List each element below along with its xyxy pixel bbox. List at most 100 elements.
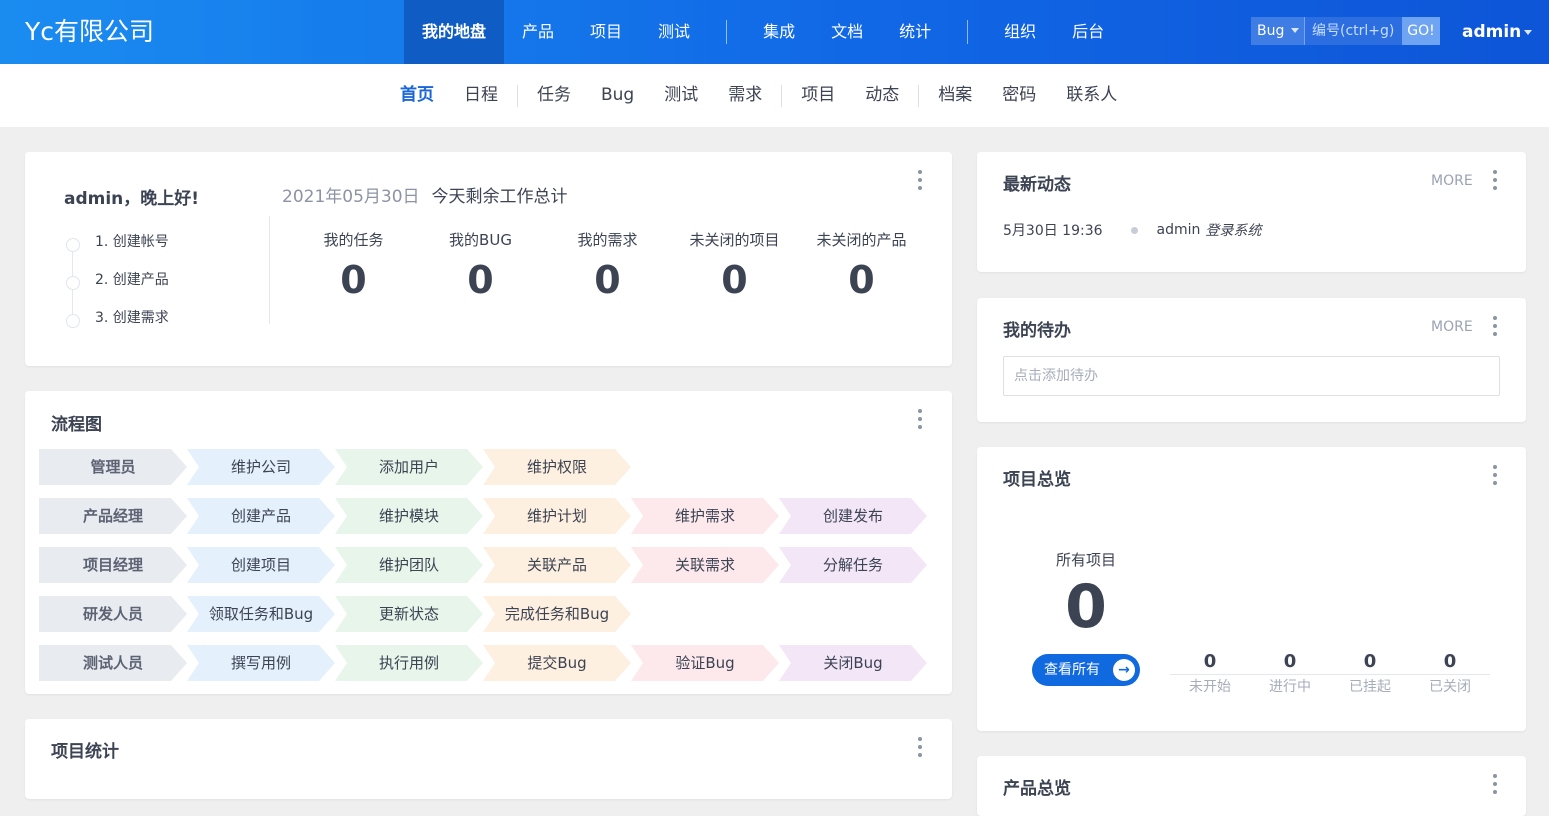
subnav-item-project[interactable]: 项目 [786,64,850,127]
nav-item-product[interactable]: 产品 [504,0,572,64]
stat-label: 已关闭 [1429,679,1471,695]
flow-step[interactable]: 完成任务和Bug [483,596,631,632]
view-all-button[interactable]: 查看所有 → [1032,654,1140,686]
stat-closed[interactable]: 0 已关闭 [1410,651,1490,697]
flow-step[interactable]: 添加用户 [335,449,483,485]
step-item[interactable]: 1. 创建帐号 [65,232,169,270]
flow-step[interactable]: 领取任务和Bug [187,596,335,632]
subnav-item-dynamic[interactable]: 动态 [850,64,914,127]
step-item[interactable]: 2. 创建产品 [65,270,169,308]
step-label: 3. 创建需求 [95,310,169,326]
panel-title: 项目总览 [1003,470,1071,490]
stat-open-projects[interactable]: 未关闭的项目 0 [671,230,798,304]
stat-value: 0 [721,258,748,302]
flow-step[interactable]: 维护权限 [483,449,631,485]
add-todo-input[interactable] [1003,356,1500,396]
search-go-button[interactable]: GO! [1402,17,1440,45]
flow-step[interactable]: 关联产品 [483,547,631,583]
latest-dynamics-panel: 最新动态 MORE 5月30日 19:36 admin 登录系统 [977,152,1526,272]
step-item[interactable]: 3. 创建需求 [65,308,169,346]
subnav-item-profile[interactable]: 档案 [923,64,987,127]
nav-item-company[interactable]: 组织 [986,0,1054,64]
user-name: admin [1462,22,1522,42]
flow-step[interactable]: 关闭Bug [779,645,927,681]
project-overview-panel: 项目总览 所有项目 0 查看所有 → 0 未开始 0 进行中 0 已挂起 0 已关闭 [977,447,1526,731]
stat-not-started[interactable]: 0 未开始 [1170,651,1250,697]
nav-item-doc[interactable]: 文档 [813,0,881,64]
more-options-icon[interactable] [918,737,922,761]
flow-step[interactable]: 创建产品 [187,498,335,534]
flow-step[interactable]: 维护模块 [335,498,483,534]
stat-in-progress[interactable]: 0 进行中 [1250,651,1330,697]
stat-my-stories[interactable]: 我的需求 0 [544,230,671,304]
company-brand[interactable]: Yc有限公司 [25,15,154,49]
nav-item-project[interactable]: 项目 [572,0,640,64]
nav-item-my-dashboard[interactable]: 我的地盘 [404,0,505,64]
stat-value: 0 [848,258,875,302]
subnav-item-home[interactable]: 首页 [385,64,449,127]
flow-step[interactable]: 维护需求 [631,498,779,534]
more-options-icon[interactable] [1493,465,1497,489]
nav-item-integration[interactable]: 集成 [745,0,813,64]
more-options-icon[interactable] [1493,170,1497,194]
more-options-icon[interactable] [918,409,922,433]
stat-my-tasks[interactable]: 我的任务 0 [290,230,417,304]
subnav-item-story[interactable]: 需求 [713,64,777,127]
search-input[interactable] [1305,17,1402,45]
subnav-item-contacts[interactable]: 联系人 [1051,64,1132,127]
panel-title: 项目统计 [51,742,119,762]
dynamic-item[interactable]: 5月30日 19:36 admin 登录系统 [1003,220,1261,240]
nav-item-admin[interactable]: 后台 [1054,0,1122,64]
stat-suspended[interactable]: 0 已挂起 [1330,651,1410,697]
more-link[interactable]: MORE [1431,319,1473,335]
flow-step[interactable]: 执行用例 [335,645,483,681]
sub-nav-bar: 首页 日程 任务 Bug 测试 需求 项目 动态 档案 密码 联系人 [0,64,1549,127]
welcome-panel: admin，晚上好! 1. 创建帐号 2. 创建产品 3. 创建需求 2021年… [25,152,952,366]
chevron-down-icon [1524,29,1533,35]
flow-step[interactable]: 创建发布 [779,498,927,534]
more-options-icon[interactable] [1493,316,1497,340]
step-circle-icon [66,276,80,290]
sub-nav: 首页 日程 任务 Bug 测试 需求 项目 动态 档案 密码 联系人 [385,64,1132,127]
stat-value: 0 [1410,651,1490,675]
stat-value: 0 [1330,651,1410,675]
subnav-item-test[interactable]: 测试 [649,64,713,127]
stat-my-bugs[interactable]: 我的BUG 0 [417,230,544,304]
flow-step[interactable]: 验证Bug [631,645,779,681]
flow-step[interactable]: 更新状态 [335,596,483,632]
search-type-select[interactable]: Bug [1251,17,1305,45]
stat-open-products[interactable]: 未关闭的产品 0 [798,230,925,304]
summary-label: 今天剩余工作总计 [431,187,568,207]
user-menu[interactable]: admin [1462,17,1533,47]
more-options-icon[interactable] [1493,774,1497,798]
flow-step[interactable]: 维护计划 [483,498,631,534]
flow-step[interactable]: 撰写用例 [187,645,335,681]
more-link[interactable]: MORE [1431,173,1473,189]
nav-item-test[interactable]: 测试 [640,0,708,64]
subnav-item-bug[interactable]: Bug [586,64,649,127]
flow-step[interactable]: 分解任务 [779,547,927,583]
subnav-item-password[interactable]: 密码 [987,64,1051,127]
stat-label: 我的BUG [449,231,512,249]
stat-label: 进行中 [1269,679,1311,695]
panel-title: 我的待办 [1003,321,1071,341]
subnav-item-calendar[interactable]: 日程 [449,64,513,127]
flow-step[interactable]: 维护公司 [187,449,335,485]
flow-step[interactable]: 创建项目 [187,547,335,583]
main-nav: 我的地盘 产品 项目 测试 集成 文档 统计 组织 后台 [404,0,1122,64]
flow-step[interactable]: 维护团队 [335,547,483,583]
flow-step[interactable]: 提交Bug [483,645,631,681]
subnav-item-task[interactable]: 任务 [522,64,586,127]
subnav-divider [781,84,783,107]
bullet-icon [1130,226,1138,234]
subnav-divider [517,84,518,107]
project-status-stats: 0 未开始 0 进行中 0 已挂起 0 已关闭 [1170,651,1500,697]
project-stats-panel: 项目统计 [25,719,952,799]
more-options-icon[interactable] [918,170,922,194]
stat-label: 已挂起 [1349,679,1391,695]
nav-item-report[interactable]: 统计 [881,0,949,64]
panel-title: 最新动态 [1003,175,1071,195]
getting-started-steps: 1. 创建帐号 2. 创建产品 3. 创建需求 [65,232,169,346]
flow-step[interactable]: 关联需求 [631,547,779,583]
dynamic-user: admin [1156,222,1201,238]
